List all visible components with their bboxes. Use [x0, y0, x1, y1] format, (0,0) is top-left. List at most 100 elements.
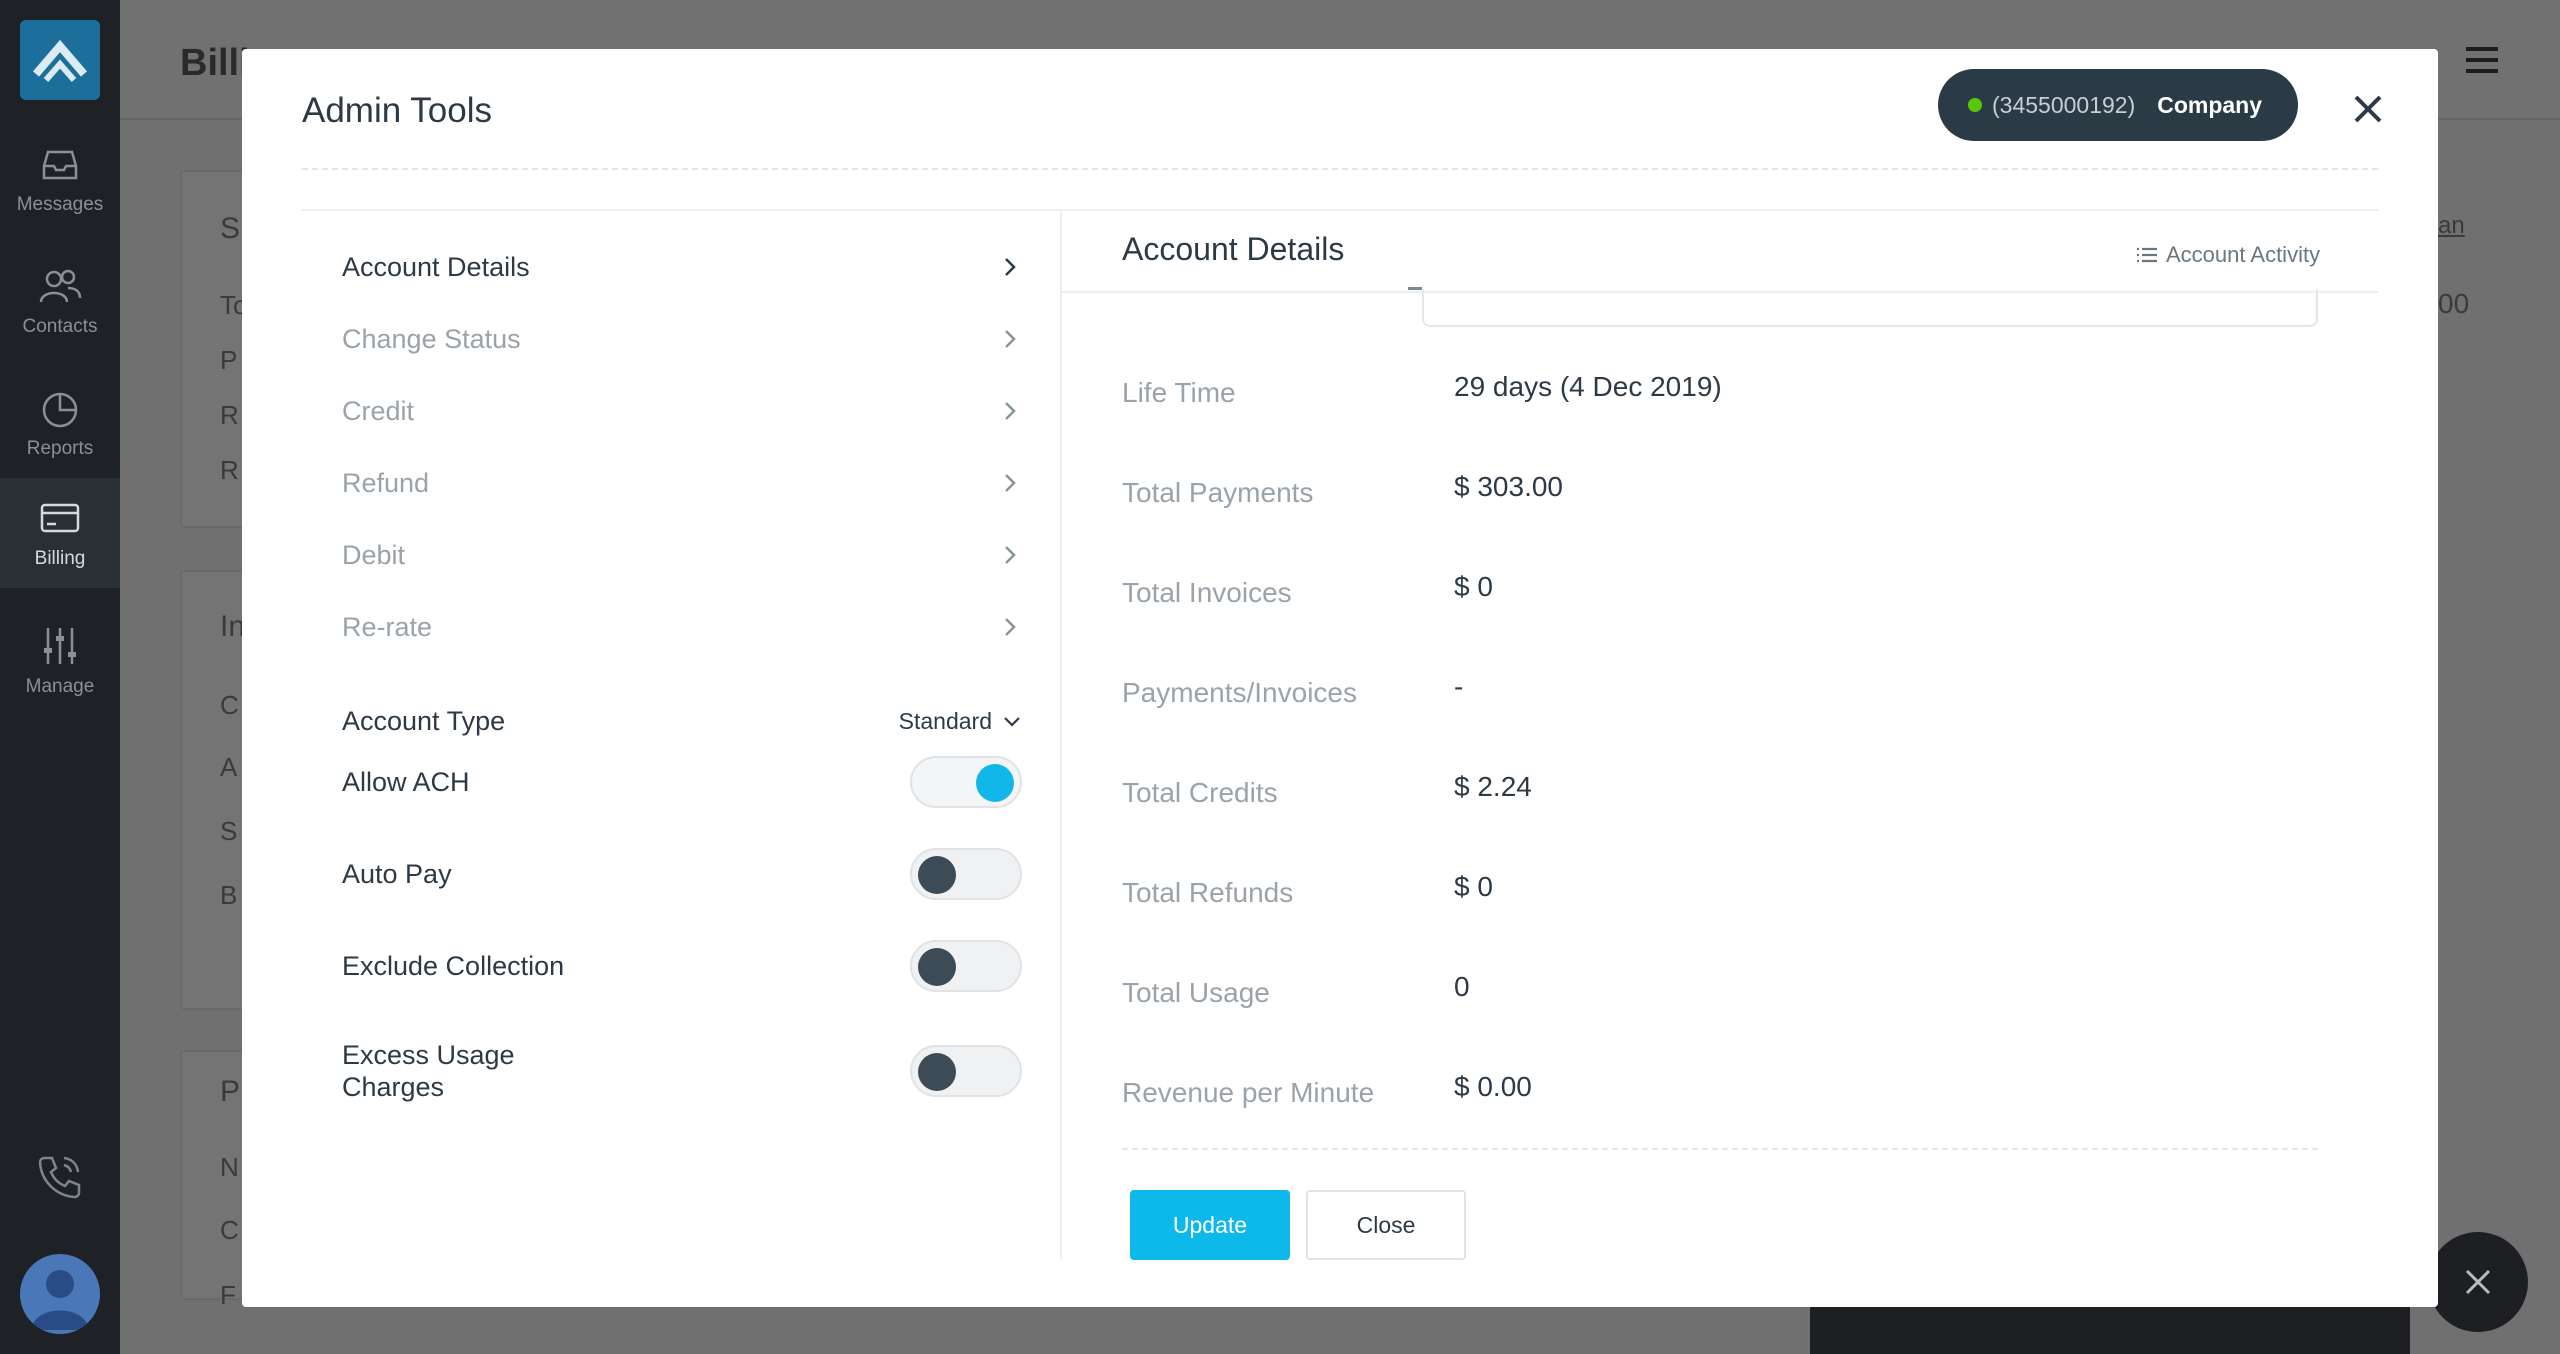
toggle-knob — [976, 764, 1014, 802]
detail-label: Total Credits — [1122, 777, 1278, 808]
detail-label: Life Time — [1122, 377, 1236, 408]
nav-label: Contacts — [22, 316, 98, 337]
detail-value: $ 0 — [1454, 571, 1493, 602]
bg-text: R — [220, 400, 239, 430]
menu-item-debit[interactable]: Debit — [342, 525, 1022, 585]
credit-card-icon — [40, 503, 80, 533]
menu-item-credit[interactable]: Credit — [342, 381, 1022, 441]
toggle-row-excess-usage: Excess Usage Charges — [342, 1031, 1022, 1111]
status-dot-icon — [1968, 98, 1982, 112]
nav-manage[interactable]: Manage — [0, 606, 120, 716]
menu-item-refund[interactable]: Refund — [342, 453, 1022, 513]
account-type-select[interactable]: Standard — [899, 708, 1022, 735]
close-icon[interactable] — [2348, 89, 2388, 129]
auto-pay-toggle[interactable] — [910, 848, 1022, 900]
bg-text: N — [220, 1152, 239, 1182]
bg-text: 00 — [2438, 288, 2470, 319]
detail-value: 0 — [1454, 971, 1470, 1002]
nav-label: Messages — [16, 194, 104, 215]
close-icon — [2465, 1269, 2491, 1295]
account-activity-link[interactable]: Account Activity — [2136, 242, 2320, 268]
logo[interactable] — [20, 20, 100, 100]
exclude-collection-toggle[interactable] — [910, 940, 1022, 992]
nav-messages[interactable]: Messages — [0, 124, 120, 234]
nav-reports[interactable]: Reports — [0, 368, 120, 478]
bg-text: P — [220, 345, 238, 375]
bg-text: C — [220, 1215, 239, 1245]
nav-label: Manage — [25, 676, 95, 697]
chevron-right-icon — [1005, 618, 1016, 636]
company-badge: (3455000192) Company — [1938, 69, 2298, 141]
detail-label: Total Payments — [1122, 477, 1314, 508]
account-type-value: Standard — [898, 707, 992, 734]
chat-close-button[interactable] — [2428, 1232, 2528, 1332]
bg-text: A — [220, 752, 238, 782]
chevron-right-icon — [1005, 546, 1016, 564]
toggle-label: Exclude Collection — [342, 950, 565, 981]
list-icon — [2137, 247, 2157, 263]
detail-value: - — [1454, 671, 1464, 702]
phone-icon[interactable] — [34, 1150, 86, 1202]
divider — [1060, 209, 1062, 1259]
user-icon — [32, 1270, 88, 1330]
update-button[interactable]: Update — [1130, 1190, 1290, 1260]
divider — [302, 168, 2378, 170]
menu-item-account-details[interactable]: Account Details — [342, 237, 1022, 297]
bg-text: C — [220, 690, 239, 720]
menu-item-label: Re-rate — [342, 611, 433, 642]
nav-contacts[interactable]: Contacts — [0, 246, 120, 356]
detail-value: 29 days (4 Dec 2019) — [1454, 371, 1722, 402]
allow-ach-toggle[interactable] — [910, 756, 1022, 808]
detail-value: $ 0.00 — [1454, 1071, 1532, 1102]
chevron-right-icon — [1005, 330, 1016, 348]
sliders-icon — [44, 628, 76, 664]
detail-label: Total Usage — [1122, 977, 1270, 1008]
bg-text: S — [220, 212, 241, 245]
company-name: Company — [2157, 91, 2263, 118]
menu-item-label: Refund — [342, 467, 430, 498]
bg-text: an — [2438, 212, 2465, 239]
sidebar: Messages Contacts Reports Billing Manage — [0, 0, 120, 1354]
menu-item-re-rate[interactable]: Re-rate — [342, 597, 1022, 657]
bg-text: B — [220, 880, 238, 910]
nav-label: Reports — [26, 438, 94, 459]
menu-item-change-status[interactable]: Change Status — [342, 309, 1022, 369]
chevron-right-icon — [1005, 474, 1016, 492]
admin-tools-modal: Admin Tools (3455000192) Company Account… — [242, 49, 2438, 1307]
inbox-icon — [42, 150, 78, 180]
chevron-right-icon — [1005, 402, 1016, 420]
menu-item-label: Change Status — [342, 323, 521, 354]
account-activity-label: Account Activity — [2166, 242, 2321, 267]
panel-title: Account Details — [1122, 231, 1345, 267]
chevron-right-icon — [1005, 258, 1016, 276]
excess-usage-charges-toggle[interactable] — [910, 1045, 1022, 1097]
nav-billing[interactable]: Billing — [0, 478, 120, 588]
detail-value: $ 0 — [1454, 871, 1493, 902]
hamburger-menu-icon[interactable] — [2466, 46, 2498, 74]
account-type-row: Account Type Standard — [342, 697, 1022, 745]
toggle-label: Auto Pay — [342, 858, 452, 889]
toggle-label: Excess Usage Charges — [342, 1040, 515, 1102]
divider — [302, 209, 2378, 211]
chevron-down-icon — [1004, 717, 1020, 727]
bg-text: S — [220, 816, 238, 846]
close-button[interactable]: Close — [1306, 1190, 1466, 1260]
page-title: Billi — [180, 42, 250, 84]
toggle-row-allow-ach: Allow ACH — [342, 754, 1022, 810]
toggle-knob — [918, 948, 956, 986]
detail-label: Payments/Invoices — [1122, 677, 1357, 708]
truncated-input-field[interactable] — [1422, 289, 2318, 327]
bg-text: P — [220, 1075, 241, 1108]
toggle-knob — [918, 856, 956, 894]
avatar[interactable] — [20, 1254, 100, 1334]
truncated-field-label — [1408, 287, 1422, 295]
pie-chart-icon — [42, 392, 78, 428]
detail-label: Total Invoices — [1122, 577, 1292, 608]
nav-label: Billing — [34, 548, 86, 569]
menu-item-label: Credit — [342, 395, 415, 426]
bg-text: F — [220, 1280, 236, 1310]
bg-text: R — [220, 455, 239, 485]
modal-title: Admin Tools — [302, 91, 493, 130]
toggle-row-exclude-collection: Exclude Collection — [342, 938, 1022, 994]
menu-item-label: Account Details — [342, 251, 530, 282]
